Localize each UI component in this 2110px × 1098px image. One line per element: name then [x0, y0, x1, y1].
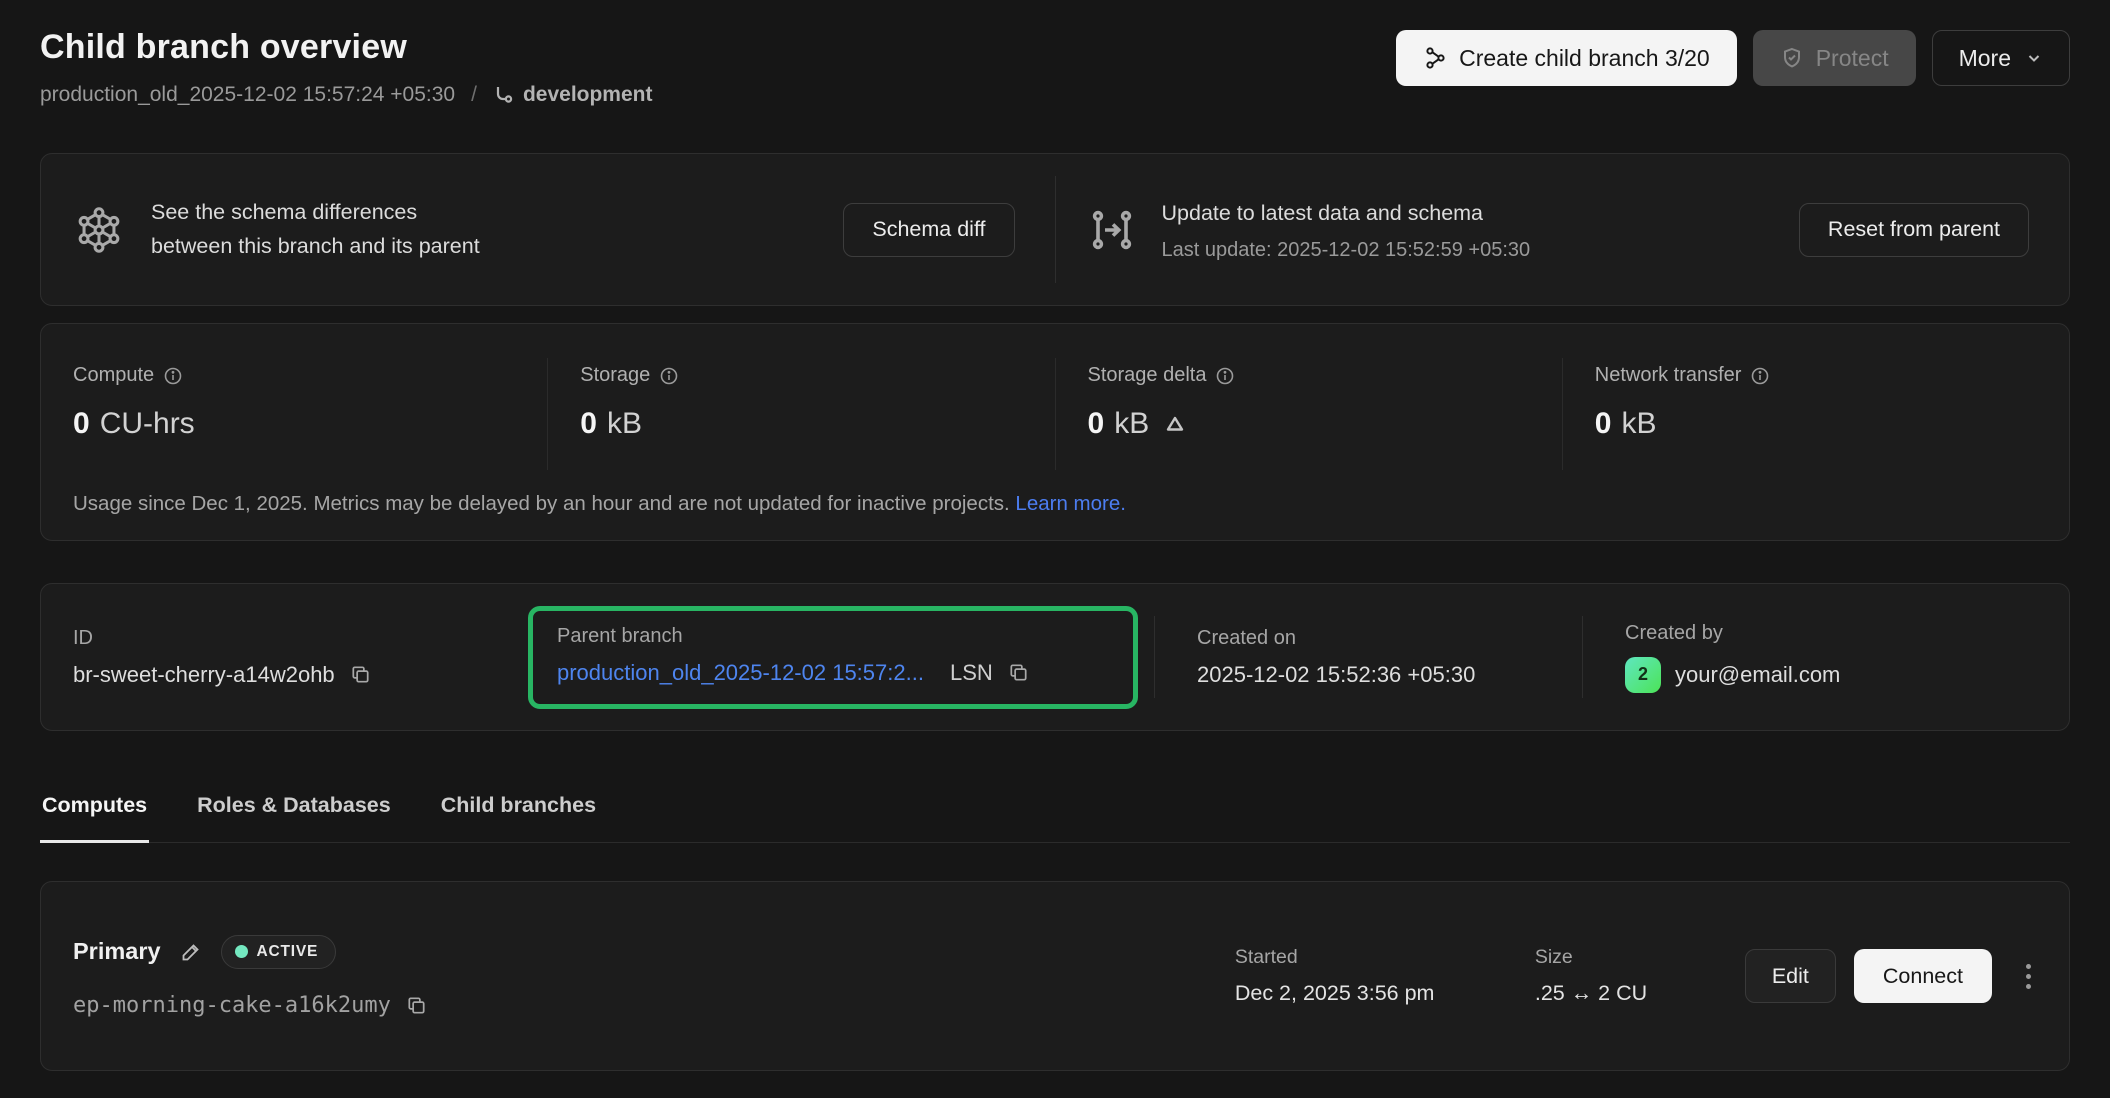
breadcrumb-current-label: development — [523, 83, 653, 107]
breadcrumb-parent-branch[interactable]: production_old_2025-12-02 15:57:24 +05:3… — [40, 83, 455, 107]
branch-icon — [1423, 46, 1447, 70]
metric-network-transfer-unit: kB — [1621, 407, 1656, 441]
metric-compute-label: Compute — [73, 364, 154, 387]
breadcrumb: production_old_2025-12-02 15:57:24 +05:3… — [40, 83, 652, 107]
child-branch-overview-page: Child branch overview production_old_202… — [0, 0, 2110, 1098]
sync-panel: See the schema differences between this … — [40, 153, 2070, 306]
connect-button[interactable]: Connect — [1854, 949, 1992, 1003]
metric-storage: Storage 0 kB — [548, 358, 1054, 470]
info-icon[interactable] — [163, 366, 183, 386]
protect-label: Protect — [1816, 45, 1889, 72]
schema-diff-section: See the schema differences between this … — [41, 154, 1055, 305]
branch-id-column: ID br-sweet-cherry-a14w2ohb — [73, 627, 528, 688]
branch-details-panel: ID br-sweet-cherry-a14w2ohb Parent branc… — [40, 583, 2070, 731]
breadcrumb-separator: / — [469, 83, 479, 107]
status-badge: ACTIVE — [221, 935, 337, 969]
page-title: Child branch overview — [40, 28, 652, 67]
metric-storage-delta-value: 0 — [1088, 407, 1105, 441]
compute-meta: Started Dec 2, 2025 3:56 pm Size .25 ↔ 2… — [1235, 946, 2039, 1006]
active-dot-icon — [235, 945, 248, 958]
created-by-label: Created by — [1625, 622, 1840, 645]
breadcrumb-current[interactable]: development — [493, 83, 653, 107]
parent-branch-link[interactable]: production_old_2025-12-02 15:57:2... — [557, 660, 924, 686]
metric-storage-delta-label: Storage delta — [1088, 364, 1207, 387]
info-icon[interactable] — [659, 366, 679, 386]
tab-roles-databases[interactable]: Roles & Databases — [195, 789, 393, 843]
metric-storage-label: Storage — [580, 364, 650, 387]
metric-network-transfer-value: 0 — [1595, 407, 1612, 441]
size-column: Size .25 ↔ 2 CU — [1535, 946, 1745, 1006]
metric-network-transfer-label: Network transfer — [1595, 364, 1742, 387]
schema-graph-icon — [73, 204, 125, 256]
create-child-branch-button[interactable]: Create child branch 3/20 — [1396, 30, 1737, 86]
reset-last-update: Last update: 2025-12-02 15:52:59 +05:30 — [1162, 239, 1531, 262]
more-label: More — [1959, 45, 2011, 72]
created-on-value: 2025-12-02 15:52:36 +05:30 — [1197, 662, 1582, 688]
info-icon[interactable] — [1215, 366, 1235, 386]
size-label: Size — [1535, 946, 1745, 969]
tab-child-branches[interactable]: Child branches — [439, 789, 598, 843]
more-button[interactable]: More — [1932, 30, 2070, 86]
endpoint-id: ep-morning-cake-a16k2umy — [73, 993, 391, 1018]
page-header: Child branch overview production_old_202… — [40, 28, 2070, 107]
reset-description: Update to latest data and schema Last up… — [1162, 197, 1531, 261]
header-left: Child branch overview production_old_202… — [40, 28, 652, 107]
schema-diff-description: See the schema differences between this … — [151, 196, 480, 263]
started-label: Started — [1235, 946, 1535, 969]
reset-from-parent-button[interactable]: Reset from parent — [1799, 203, 2029, 257]
compute-name: Primary — [73, 938, 161, 965]
compute-card: Primary ACTIVE ep-morning-cake-a16k2umy — [40, 881, 2070, 1071]
usage-note: Usage since Dec 1, 2025. Metrics may be … — [41, 470, 2069, 516]
schema-diff-button[interactable]: Schema diff — [843, 203, 1014, 257]
reset-from-parent-icon — [1088, 206, 1136, 254]
copy-icon[interactable] — [1007, 661, 1030, 684]
edit-name-pencil-icon[interactable] — [179, 940, 203, 964]
metric-storage-delta-unit: kB — [1114, 407, 1149, 441]
branch-id-value: br-sweet-cherry-a14w2ohb — [73, 662, 335, 688]
metric-network-transfer: Network transfer 0 kB — [1563, 358, 2069, 470]
metric-compute-value: 0 — [73, 407, 90, 441]
size-value: .25 ↔ 2 CU — [1535, 981, 1745, 1006]
compute-info: Primary ACTIVE ep-morning-cake-a16k2umy — [73, 935, 428, 1018]
status-badge-label: ACTIVE — [257, 943, 319, 961]
created-on-column: Created on 2025-12-02 15:52:36 +05:30 — [1197, 627, 1582, 688]
chevron-down-icon — [2025, 49, 2043, 67]
delta-icon — [1163, 412, 1187, 436]
protect-button[interactable]: Protect — [1753, 30, 1916, 86]
parent-branch-label: Parent branch — [557, 625, 1109, 648]
created-by-value: your@email.com — [1675, 662, 1840, 688]
started-column: Started Dec 2, 2025 3:56 pm — [1235, 946, 1535, 1006]
reset-title: Update to latest data and schema — [1162, 197, 1531, 230]
metrics-panel: Compute 0 CU-hrs Storage — [40, 323, 2070, 541]
edit-button[interactable]: Edit — [1745, 949, 1836, 1003]
header-actions: Create child branch 3/20 Protect More — [1396, 30, 2070, 86]
learn-more-link[interactable]: Learn more. — [1015, 492, 1126, 515]
created-by-column: Created by 2 your@email.com — [1625, 622, 1840, 693]
parent-branch-highlight: Parent branch production_old_2025-12-02 … — [528, 606, 1138, 709]
metric-storage-unit: kB — [607, 407, 642, 441]
branch-id-label: ID — [73, 627, 528, 650]
avatar: 2 — [1625, 657, 1661, 693]
branch-tabs: Computes Roles & Databases Child branche… — [40, 789, 2070, 843]
copy-icon[interactable] — [349, 663, 372, 686]
shield-check-icon — [1780, 46, 1804, 70]
tab-computes[interactable]: Computes — [40, 789, 149, 843]
metric-storage-delta: Storage delta 0 kB — [1056, 358, 1562, 470]
started-value: Dec 2, 2025 3:56 pm — [1235, 981, 1535, 1006]
child-branch-icon — [493, 84, 515, 106]
metric-compute: Compute 0 CU-hrs — [41, 358, 547, 470]
create-child-branch-label: Create child branch 3/20 — [1459, 45, 1710, 72]
reset-section: Update to latest data and schema Last up… — [1056, 154, 2070, 305]
metrics-row: Compute 0 CU-hrs Storage — [41, 358, 2069, 470]
parent-branch-lsn: LSN — [950, 660, 993, 686]
created-on-label: Created on — [1197, 627, 1582, 650]
kebab-menu-icon[interactable] — [2018, 954, 2039, 999]
metric-compute-unit: CU-hrs — [100, 407, 195, 441]
copy-icon[interactable] — [405, 994, 428, 1017]
info-icon[interactable] — [1750, 366, 1770, 386]
metric-storage-value: 0 — [580, 407, 597, 441]
